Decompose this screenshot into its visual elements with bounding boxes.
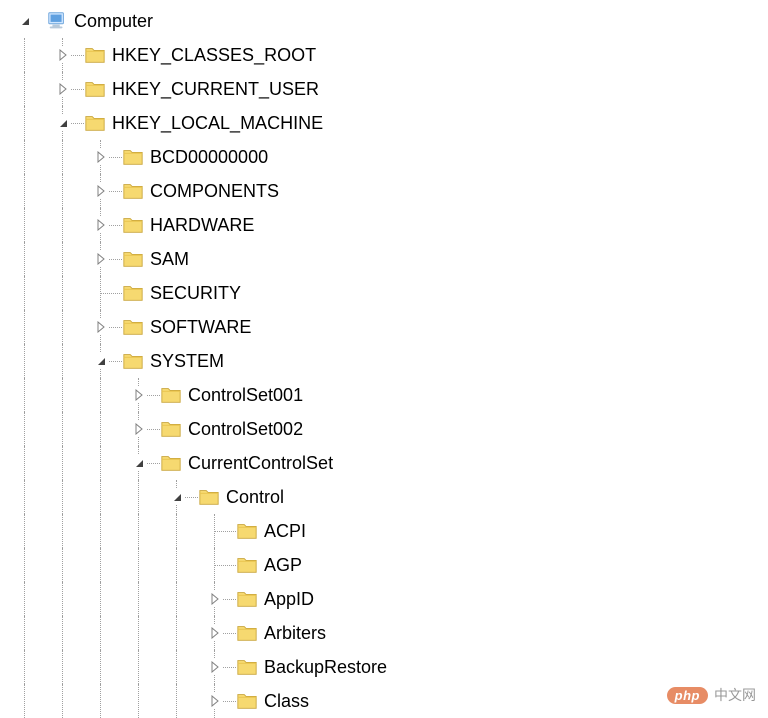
folder-icon	[122, 146, 144, 168]
node-label: COMPONENTS	[150, 174, 279, 208]
folder-icon	[122, 248, 144, 270]
watermark-text: 中文网	[714, 685, 756, 705]
folder-icon	[160, 452, 182, 474]
node-label: HKEY_CLASSES_ROOT	[112, 38, 316, 72]
node-label: BackupRestore	[264, 650, 387, 684]
tree-node-ccs[interactable]: CurrentControlSet	[8, 446, 768, 480]
folder-icon	[236, 656, 258, 678]
folder-icon	[236, 588, 258, 610]
folder-icon	[122, 214, 144, 236]
tree-node-hklm[interactable]: HKEY_LOCAL_MACHINE	[8, 106, 768, 140]
node-label: SECURITY	[150, 276, 241, 310]
node-label: Arbiters	[264, 616, 326, 650]
tree-node-cs001[interactable]: ControlSet001	[8, 378, 768, 412]
expand-toggle[interactable]	[131, 387, 147, 403]
expand-toggle[interactable]	[131, 421, 147, 437]
node-label: ACPI	[264, 514, 306, 548]
collapse-toggle[interactable]	[55, 115, 71, 131]
collapse-toggle[interactable]	[131, 455, 147, 471]
tree-node-system[interactable]: SYSTEM	[8, 344, 768, 378]
node-label: Control	[226, 480, 284, 514]
expand-toggle[interactable]	[207, 625, 223, 641]
node-label: SYSTEM	[150, 344, 224, 378]
node-label: ControlSet002	[188, 412, 303, 446]
folder-icon	[236, 622, 258, 644]
expand-toggle[interactable]	[93, 149, 109, 165]
folder-icon	[198, 486, 220, 508]
expand-toggle[interactable]	[93, 319, 109, 335]
folder-icon	[236, 554, 258, 576]
tree-node-components[interactable]: COMPONENTS	[8, 174, 768, 208]
folder-icon	[122, 316, 144, 338]
node-label: AGP	[264, 548, 302, 582]
expand-toggle[interactable]	[207, 591, 223, 607]
node-label: ControlSet001	[188, 378, 303, 412]
collapse-toggle[interactable]	[93, 353, 109, 369]
expand-toggle[interactable]	[17, 13, 33, 29]
tree-node-hkcr[interactable]: HKEY_CLASSES_ROOT	[8, 38, 768, 72]
tree-node-control[interactable]: Control	[8, 480, 768, 514]
watermark: php 中文网	[667, 685, 756, 705]
node-label: Class	[264, 684, 309, 718]
tree-node-sam[interactable]: SAM	[8, 242, 768, 276]
folder-icon	[122, 282, 144, 304]
node-label: Computer	[74, 4, 153, 38]
folder-icon	[160, 384, 182, 406]
folder-icon	[236, 520, 258, 542]
expand-toggle[interactable]	[93, 251, 109, 267]
tree-node-arbiters[interactable]: Arbiters	[8, 616, 768, 650]
node-label: CurrentControlSet	[188, 446, 333, 480]
folder-icon	[122, 350, 144, 372]
tree-node-appid[interactable]: AppID	[8, 582, 768, 616]
tree-node-agp[interactable]: AGP	[8, 548, 768, 582]
node-label: HKEY_CURRENT_USER	[112, 72, 319, 106]
node-label: HARDWARE	[150, 208, 254, 242]
expand-toggle[interactable]	[93, 217, 109, 233]
expand-toggle[interactable]	[207, 693, 223, 709]
folder-icon	[84, 78, 106, 100]
folder-icon	[84, 44, 106, 66]
expand-toggle[interactable]	[55, 47, 71, 63]
node-label: AppID	[264, 582, 314, 616]
folder-icon	[122, 180, 144, 202]
node-label: HKEY_LOCAL_MACHINE	[112, 106, 323, 140]
folder-icon	[236, 690, 258, 712]
tree-node-acpi[interactable]: ACPI	[8, 514, 768, 548]
php-badge: php	[667, 687, 708, 704]
node-label: BCD00000000	[150, 140, 268, 174]
folder-icon	[84, 112, 106, 134]
tree-node-hkcu[interactable]: HKEY_CURRENT_USER	[8, 72, 768, 106]
node-label: SAM	[150, 242, 189, 276]
tree-node-security[interactable]: SECURITY	[8, 276, 768, 310]
tree-node-backuprestore[interactable]: BackupRestore	[8, 650, 768, 684]
tree-node-hardware[interactable]: HARDWARE	[8, 208, 768, 242]
expand-toggle[interactable]	[93, 183, 109, 199]
collapse-toggle[interactable]	[169, 489, 185, 505]
computer-icon	[46, 10, 68, 32]
expand-toggle[interactable]	[55, 81, 71, 97]
tree-node-bcd[interactable]: BCD00000000	[8, 140, 768, 174]
expand-toggle[interactable]	[207, 659, 223, 675]
tree-node-cs002[interactable]: ControlSet002	[8, 412, 768, 446]
node-label: SOFTWARE	[150, 310, 251, 344]
tree-node-class[interactable]: Class	[8, 684, 768, 718]
tree-node-software[interactable]: SOFTWARE	[8, 310, 768, 344]
tree-node-computer[interactable]: Computer	[8, 4, 768, 38]
registry-tree: Computer HKEY_CLASSES_ROOT HKEY_CURRENT_…	[0, 0, 768, 718]
folder-icon	[160, 418, 182, 440]
